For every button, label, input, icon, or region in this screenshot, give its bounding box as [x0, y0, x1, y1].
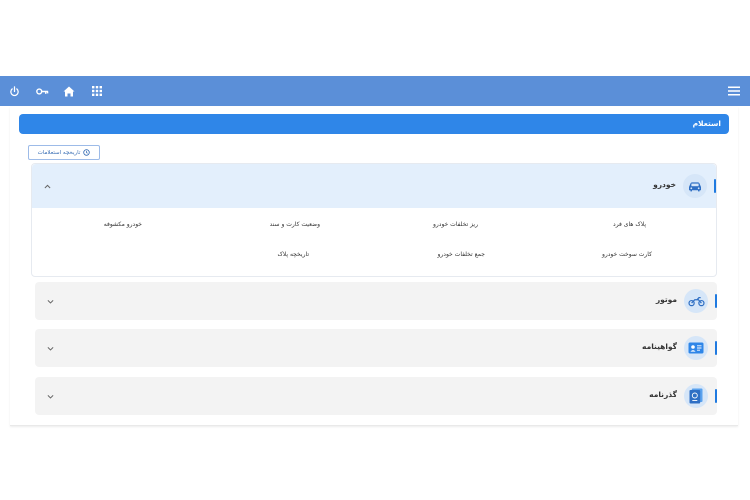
content-card: استعلام تاریخچه استعلامات خودرو پلاک های… — [10, 107, 738, 426]
panel-passport-marker — [715, 389, 717, 403]
license-card-icon — [684, 336, 708, 360]
item-car-violations-detail[interactable]: ریز تخلفات خودرو — [433, 221, 478, 228]
item-fuel-card[interactable]: کارت سوخت خودرو — [602, 251, 652, 258]
history-button[interactable]: تاریخچه استعلامات — [28, 145, 100, 160]
passport-icon — [684, 384, 708, 408]
item-plate-history[interactable]: تاریخچه پلاک — [277, 251, 309, 258]
panel-motorcycle[interactable]: موتور — [35, 282, 717, 320]
item-person-plates[interactable]: پلاک های فرد — [613, 221, 646, 228]
top-toolbar — [0, 76, 750, 106]
menu-icon[interactable] — [726, 83, 742, 99]
page-title: استعلام — [692, 119, 721, 128]
panel-license[interactable]: گواهینامه — [35, 329, 717, 367]
panel-car-marker — [714, 179, 716, 193]
panel-passport[interactable]: گذرنامه — [35, 377, 717, 415]
panel-car-header[interactable]: خودرو — [32, 164, 716, 208]
key-icon[interactable] — [34, 83, 50, 99]
panel-motorcycle-marker — [715, 294, 717, 308]
panel-car: خودرو پلاک های فرد ریز تخلفات خودرو وضعی… — [31, 163, 717, 277]
item-car-violations-total[interactable]: جمع تخلفات خودرو — [437, 251, 485, 258]
panel-passport-title: گذرنامه — [649, 390, 677, 399]
history-button-label: تاریخچه استعلامات — [37, 149, 81, 156]
apps-grid-icon[interactable] — [89, 83, 105, 99]
item-card-doc-status[interactable]: وضعیت کارت و سند — [270, 221, 320, 228]
motorcycle-icon — [684, 289, 708, 313]
panel-license-title: گواهینامه — [642, 342, 677, 351]
panel-car-title: خودرو — [653, 180, 676, 189]
history-icon — [83, 149, 91, 156]
chevron-up-icon[interactable] — [42, 181, 52, 191]
chevron-down-icon[interactable] — [45, 343, 55, 353]
power-icon[interactable] — [6, 83, 22, 99]
chevron-down-icon[interactable] — [45, 391, 55, 401]
car-icon — [683, 174, 707, 198]
panel-license-marker — [715, 341, 717, 355]
home-icon[interactable] — [61, 83, 77, 99]
page-header: استعلام — [19, 114, 729, 134]
item-discovered-car[interactable]: خودرو مکشوفه — [104, 221, 142, 228]
panel-motorcycle-title: موتور — [655, 295, 677, 304]
chevron-down-icon[interactable] — [45, 296, 55, 306]
